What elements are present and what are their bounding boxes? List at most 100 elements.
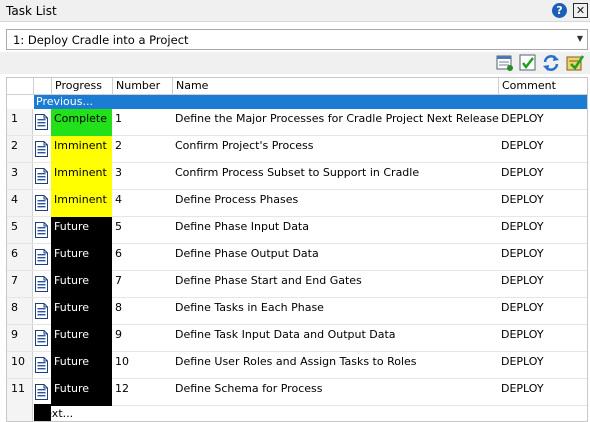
number-cell: 5 [115,220,122,233]
previous-page-link[interactable]: Previous... [34,95,587,109]
name-cell: Define Phase Input Data [175,220,309,233]
comment-cell: DEPLOY [501,139,544,152]
table-row[interactable]: 9 Future 9 Define Task Input Data and Outpu… [7,325,587,352]
comment-cell: DEPLOY [501,301,544,314]
row-header[interactable]: 1 [7,109,33,135]
name-cell: Define the Major Processes for Cradle Pr… [175,112,499,125]
number-cell: 3 [115,166,122,179]
document-icon[interactable] [35,195,48,211]
document-icon[interactable] [35,384,48,400]
number-cell: 12 [115,382,129,395]
next-page-link[interactable]: Next... [7,404,587,421]
row-header[interactable]: 6 [7,244,33,270]
row-header[interactable]: 2 [7,136,33,162]
table-row[interactable]: 2 Imminent 2 Confirm Project's Process DEPLO… [7,136,587,163]
progress-cell: Imminent [51,190,112,217]
toolbar [0,52,590,74]
row-header[interactable]: 11 [7,379,33,405]
progress-cell: Future [51,271,112,298]
header-progress[interactable]: Progress [51,78,112,95]
title-bar: Task List ? ✕ [0,0,590,22]
row-header[interactable]: 7 [7,271,33,297]
project-selector[interactable]: 1: Deploy Cradle into a Project ▼ [6,29,588,50]
task-grid: Progress Number Name Comment Previous...… [6,77,588,422]
document-icon[interactable] [35,303,48,319]
row-header[interactable]: 9 [7,325,33,351]
document-icon[interactable] [35,114,48,130]
name-cell: Confirm Project's Process [175,139,314,152]
number-cell: 4 [115,193,122,206]
progress-cell: Future [51,379,112,406]
window-title: Task List [6,4,57,18]
table-row[interactable]: 4 Imminent 4 Define Process Phases DEPLOY [7,190,587,217]
comment-cell: DEPLOY [501,382,544,395]
next-label: Next... [37,407,74,420]
table-row[interactable]: 1 Complete 1 Define the Major Processes for… [7,109,587,136]
progress-cell: Imminent [51,136,112,163]
number-cell: 2 [115,139,122,152]
name-cell: Define Process Phases [175,193,299,206]
progress-cell: Future [51,298,112,325]
grid-header: Progress Number Name Comment [7,78,587,95]
header-number[interactable]: Number [112,78,172,95]
name-cell: Define Phase Start and End Gates [175,274,362,287]
row-header[interactable]: 4 [7,190,33,216]
number-cell: 9 [115,328,122,341]
comment-cell: DEPLOY [501,112,544,125]
document-icon[interactable] [35,357,48,373]
header-icon-column [33,78,51,95]
table-row[interactable]: 5 Future 5 Define Phase Input Data DEPLOY [7,217,587,244]
row-header[interactable]: 10 [7,352,33,378]
comment-cell: DEPLOY [501,220,544,233]
progress-cell: Future [51,244,112,271]
close-icon[interactable]: ✕ [573,3,588,18]
progress-cell: Future [51,325,112,352]
approve-task-icon[interactable] [566,54,584,72]
name-cell: Define User Roles and Assign Tasks to Ro… [175,355,417,368]
complete-task-icon[interactable] [519,54,537,72]
previous-label: Previous... [36,95,93,108]
row-header[interactable]: 3 [7,163,33,189]
document-icon[interactable] [35,330,48,346]
document-icon[interactable] [35,168,48,184]
table-row[interactable]: 11 Future 12 Define Schema for Process DEPLO… [7,379,587,406]
progress-cell: Complete [51,109,112,136]
document-icon[interactable] [35,276,48,292]
row-header[interactable]: 8 [7,298,33,324]
comment-cell: DEPLOY [501,247,544,260]
name-cell: Define Task Input Data and Output Data [175,328,396,341]
header-comment[interactable]: Comment [498,78,587,95]
name-cell: Define Tasks in Each Phase [175,301,324,314]
help-icon[interactable]: ? [552,3,567,18]
progress-cell: Future [51,352,112,379]
project-selector-value: 1: Deploy Cradle into a Project [13,33,189,47]
document-icon[interactable] [35,249,48,265]
number-cell: 7 [115,274,122,287]
comment-cell: DEPLOY [501,274,544,287]
header-name[interactable]: Name [172,78,498,95]
view-task-icon[interactable] [496,54,514,72]
row-header[interactable]: 5 [7,217,33,243]
table-row[interactable]: 10 Future 10 Define User Roles and Assign T… [7,352,587,379]
name-cell: Define Phase Output Data [175,247,319,260]
table-row[interactable]: 6 Future 6 Define Phase Output Data DEPLOY [7,244,587,271]
refresh-icon[interactable] [542,54,560,72]
number-cell: 1 [115,112,122,125]
number-cell: 6 [115,247,122,260]
number-cell: 8 [115,301,122,314]
progress-cell: Imminent [51,163,112,190]
number-cell: 10 [115,355,129,368]
comment-cell: DEPLOY [501,193,544,206]
table-row[interactable]: 7 Future 7 Define Phase Start and End Gates… [7,271,587,298]
document-icon[interactable] [35,141,48,157]
comment-cell: DEPLOY [501,166,544,179]
document-icon[interactable] [35,222,48,238]
comment-cell: DEPLOY [501,328,544,341]
dropdown-arrow-icon[interactable]: ▼ [577,34,583,43]
name-cell: Confirm Process Subset to Support in Cra… [175,166,420,179]
comment-cell: DEPLOY [501,355,544,368]
table-row[interactable]: 3 Imminent 3 Confirm Process Subset to Supp… [7,163,587,190]
name-cell: Define Schema for Process [175,382,323,395]
table-row[interactable]: 8 Future 8 Define Tasks in Each Phase DEPLOY [7,298,587,325]
progress-cell: Future [51,217,112,244]
